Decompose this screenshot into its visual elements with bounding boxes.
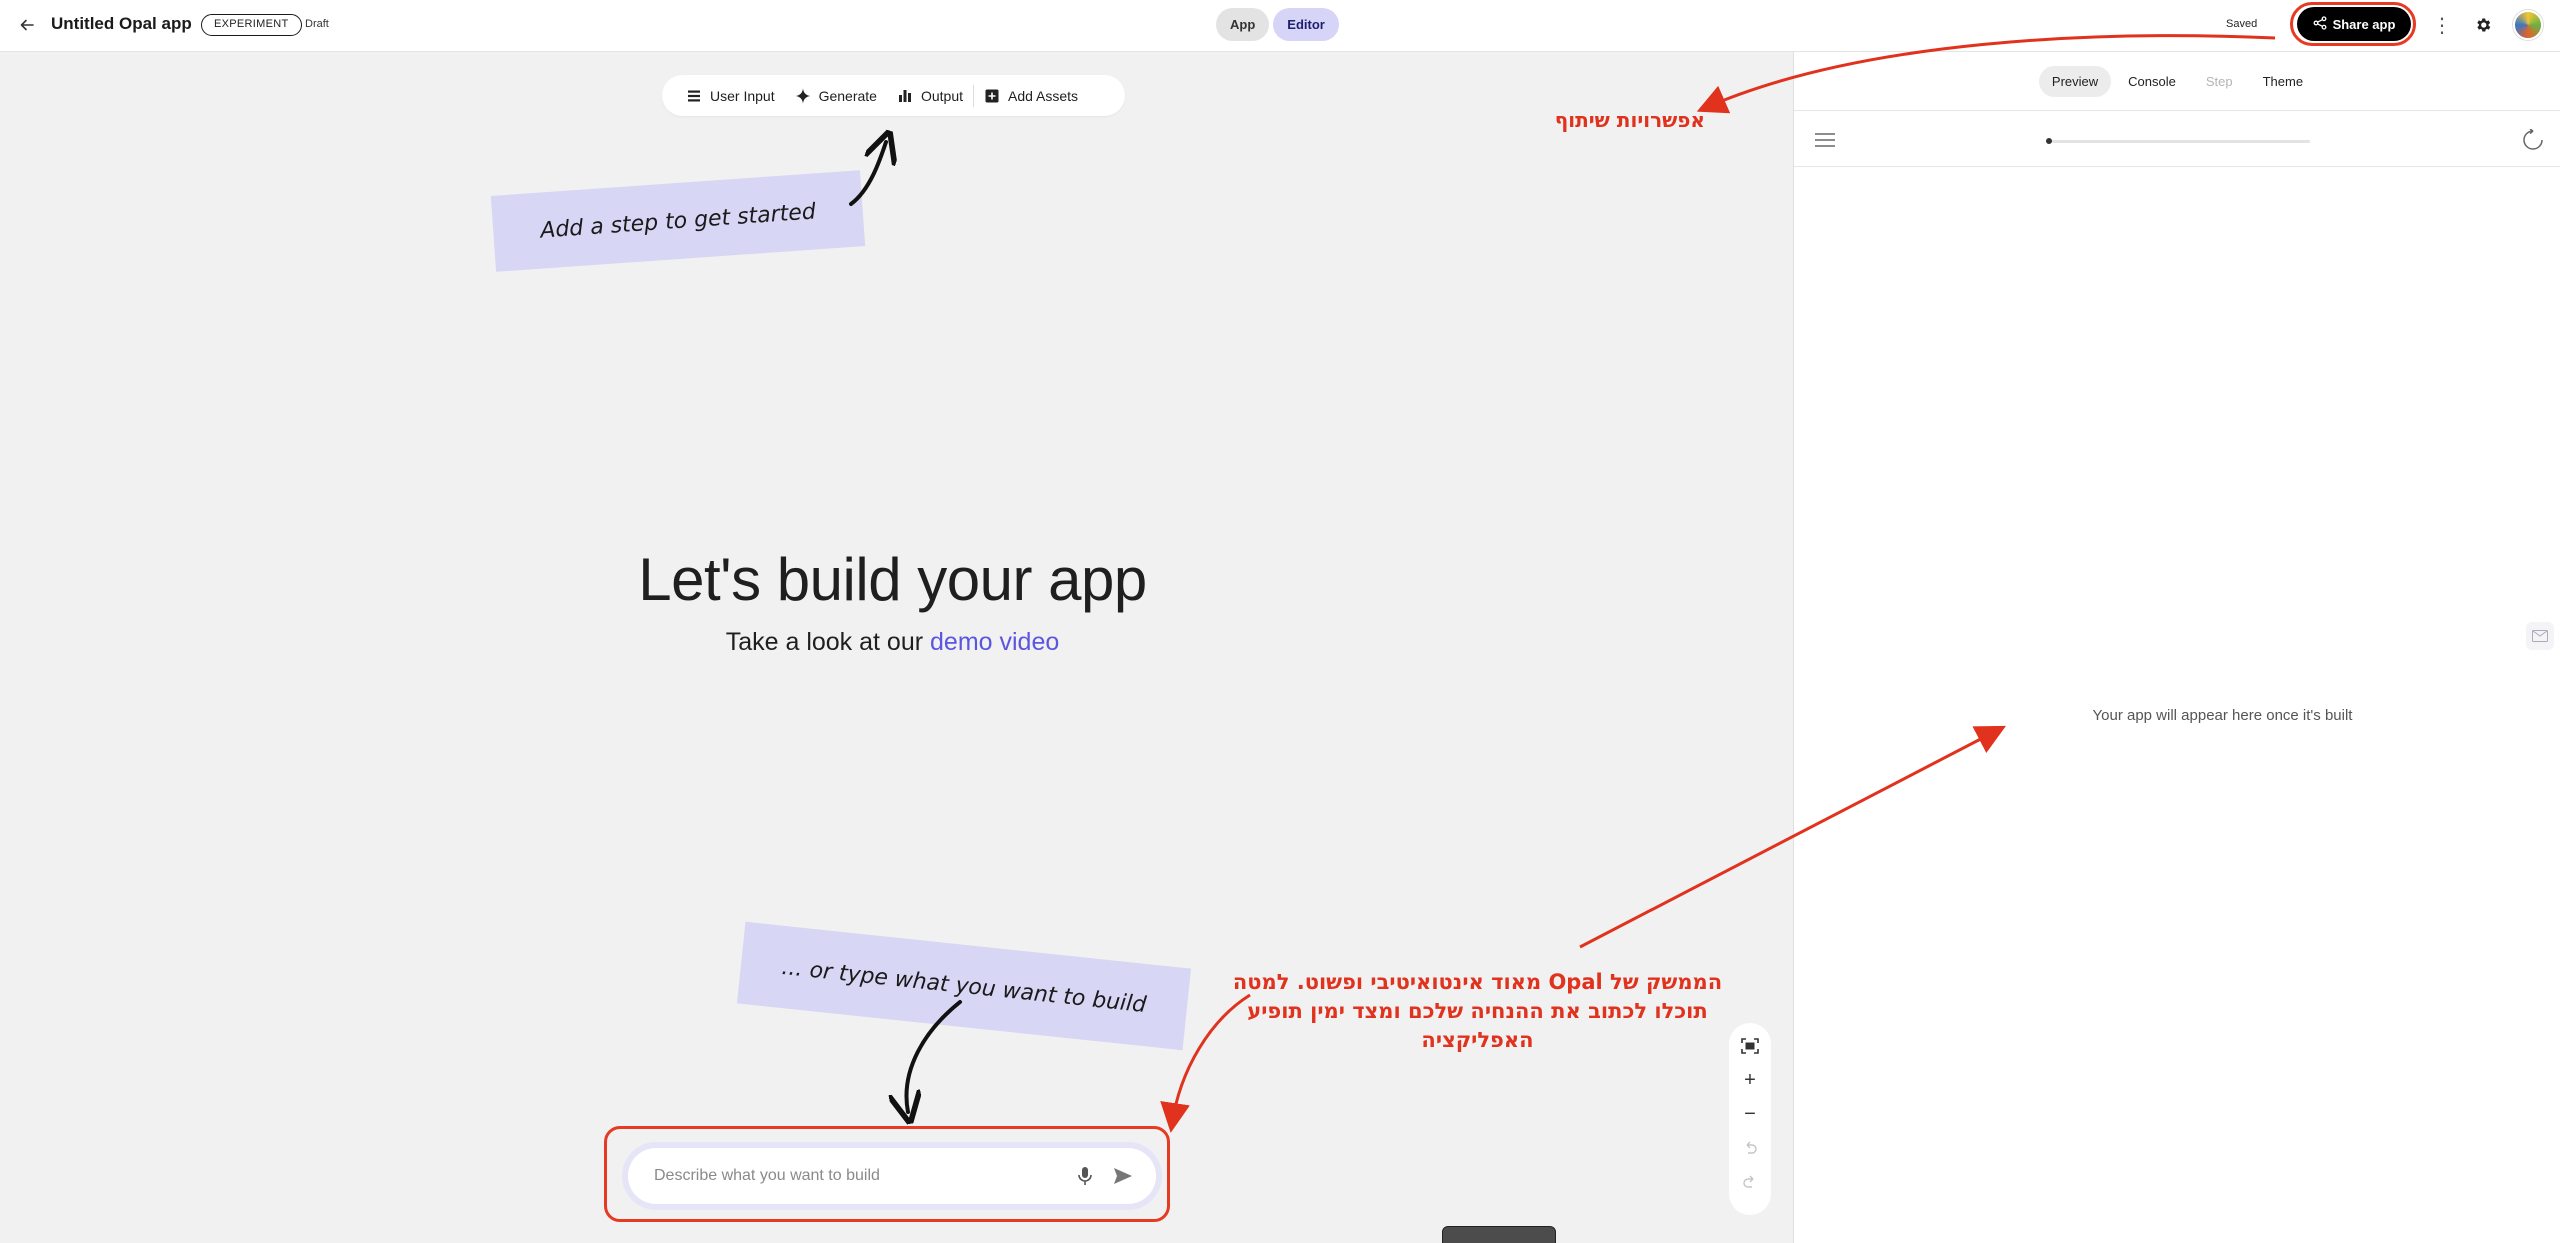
prompt-bar (628, 1148, 1156, 1204)
preview-toolbar (1794, 111, 2560, 167)
fit-view-icon[interactable] (1735, 1031, 1765, 1061)
mode-editor-button[interactable]: Editor (1273, 8, 1339, 41)
tab-theme[interactable]: Theme (2250, 66, 2316, 97)
avatar[interactable] (2513, 10, 2543, 40)
undo-icon[interactable] (1735, 1133, 1765, 1163)
tool-label: User Input (710, 87, 775, 104)
annotation-line: האפליקציה (1421, 1028, 1534, 1052)
tool-generate[interactable]: Generate (785, 82, 887, 110)
hero-title: Let's build your app (638, 546, 1147, 613)
app-title[interactable]: Untitled Opal app (51, 14, 192, 34)
empty-preview-message: Your app will appear here once it's buil… (2092, 707, 2353, 724)
share-app-label: Share app (2332, 16, 2396, 32)
send-icon[interactable] (1108, 1161, 1138, 1191)
mode-toggle: App Editor (1216, 8, 1339, 41)
saved-status: Saved (2226, 18, 2258, 30)
more-options-icon[interactable]: ⋮ (2432, 12, 2452, 38)
hero-subtitle-text: Take a look at our (725, 628, 924, 656)
list-icon (686, 88, 702, 104)
tool-label: Add Assets (1008, 87, 1079, 104)
add-box-icon (984, 88, 1000, 104)
hint-note-bottom: ... or type what you want to build (736, 921, 1192, 1051)
progress-bar (2046, 138, 2310, 144)
tab-console[interactable]: Console (2115, 66, 2189, 97)
draft-status: Draft (305, 18, 329, 30)
zoom-in-icon[interactable]: + (1735, 1065, 1765, 1095)
share-icon (2313, 15, 2327, 33)
annotation-share-options: אפשרויות שיתוף (1554, 108, 1705, 132)
bar-chart-icon (897, 88, 913, 104)
hint-note-top: Add a step to get started (490, 170, 866, 272)
sparkle-icon (795, 88, 811, 104)
redo-icon[interactable] (1735, 1167, 1765, 1197)
progress-dot (2046, 138, 2052, 144)
tab-step[interactable]: Step (2193, 66, 2246, 97)
preview-panel: Preview Console Step Theme Your app will… (1793, 52, 2560, 1243)
tool-output[interactable]: Output (887, 82, 973, 110)
collapsed-side-tab-icon[interactable] (2526, 622, 2554, 650)
hamburger-menu-icon[interactable] (1813, 128, 1837, 152)
share-app-button[interactable]: Share app (2297, 7, 2411, 41)
hero-subtitle: Take a look at our demo video (490, 628, 1295, 657)
annotation-line: תוכלו לכתוב את ההנחיה שלכם ומצד ימין תופ… (1247, 999, 1708, 1023)
tool-label: Output (920, 87, 963, 104)
experiment-badge: EXPERIMENT (201, 14, 302, 36)
top-bar: Untitled Opal app EXPERIMENT Draft App E… (0, 0, 2560, 52)
prompt-input[interactable] (654, 1167, 1062, 1185)
mode-app-button[interactable]: App (1216, 8, 1270, 41)
annotation-main: הממשק של Opal מאוד אינטואיטיבי ופשוט. למ… (1225, 968, 1730, 1055)
tool-label: Generate (818, 87, 877, 104)
gear-icon[interactable] (2470, 12, 2496, 38)
panel-tabs: Preview Console Step Theme (1794, 52, 2560, 111)
zoom-out-icon[interactable]: − (1735, 1099, 1765, 1129)
demo-video-link[interactable]: demo video (930, 628, 1059, 656)
tab-preview[interactable]: Preview (2038, 65, 2112, 97)
zoom-controls: + − (1729, 1023, 1771, 1215)
refresh-icon[interactable] (2520, 127, 2546, 153)
bottom-floating-tab[interactable] (1442, 1226, 1556, 1243)
annotation-line: הממשק של Opal מאוד אינטואיטיבי ופשוט. למ… (1232, 970, 1723, 994)
microphone-icon[interactable] (1070, 1161, 1100, 1191)
tool-user-input[interactable]: User Input (676, 82, 785, 110)
back-arrow-icon[interactable] (14, 12, 40, 38)
step-toolbar: User Input Generate Output Add Assets (662, 75, 1125, 116)
tool-add-assets[interactable]: Add Assets (974, 82, 1088, 110)
